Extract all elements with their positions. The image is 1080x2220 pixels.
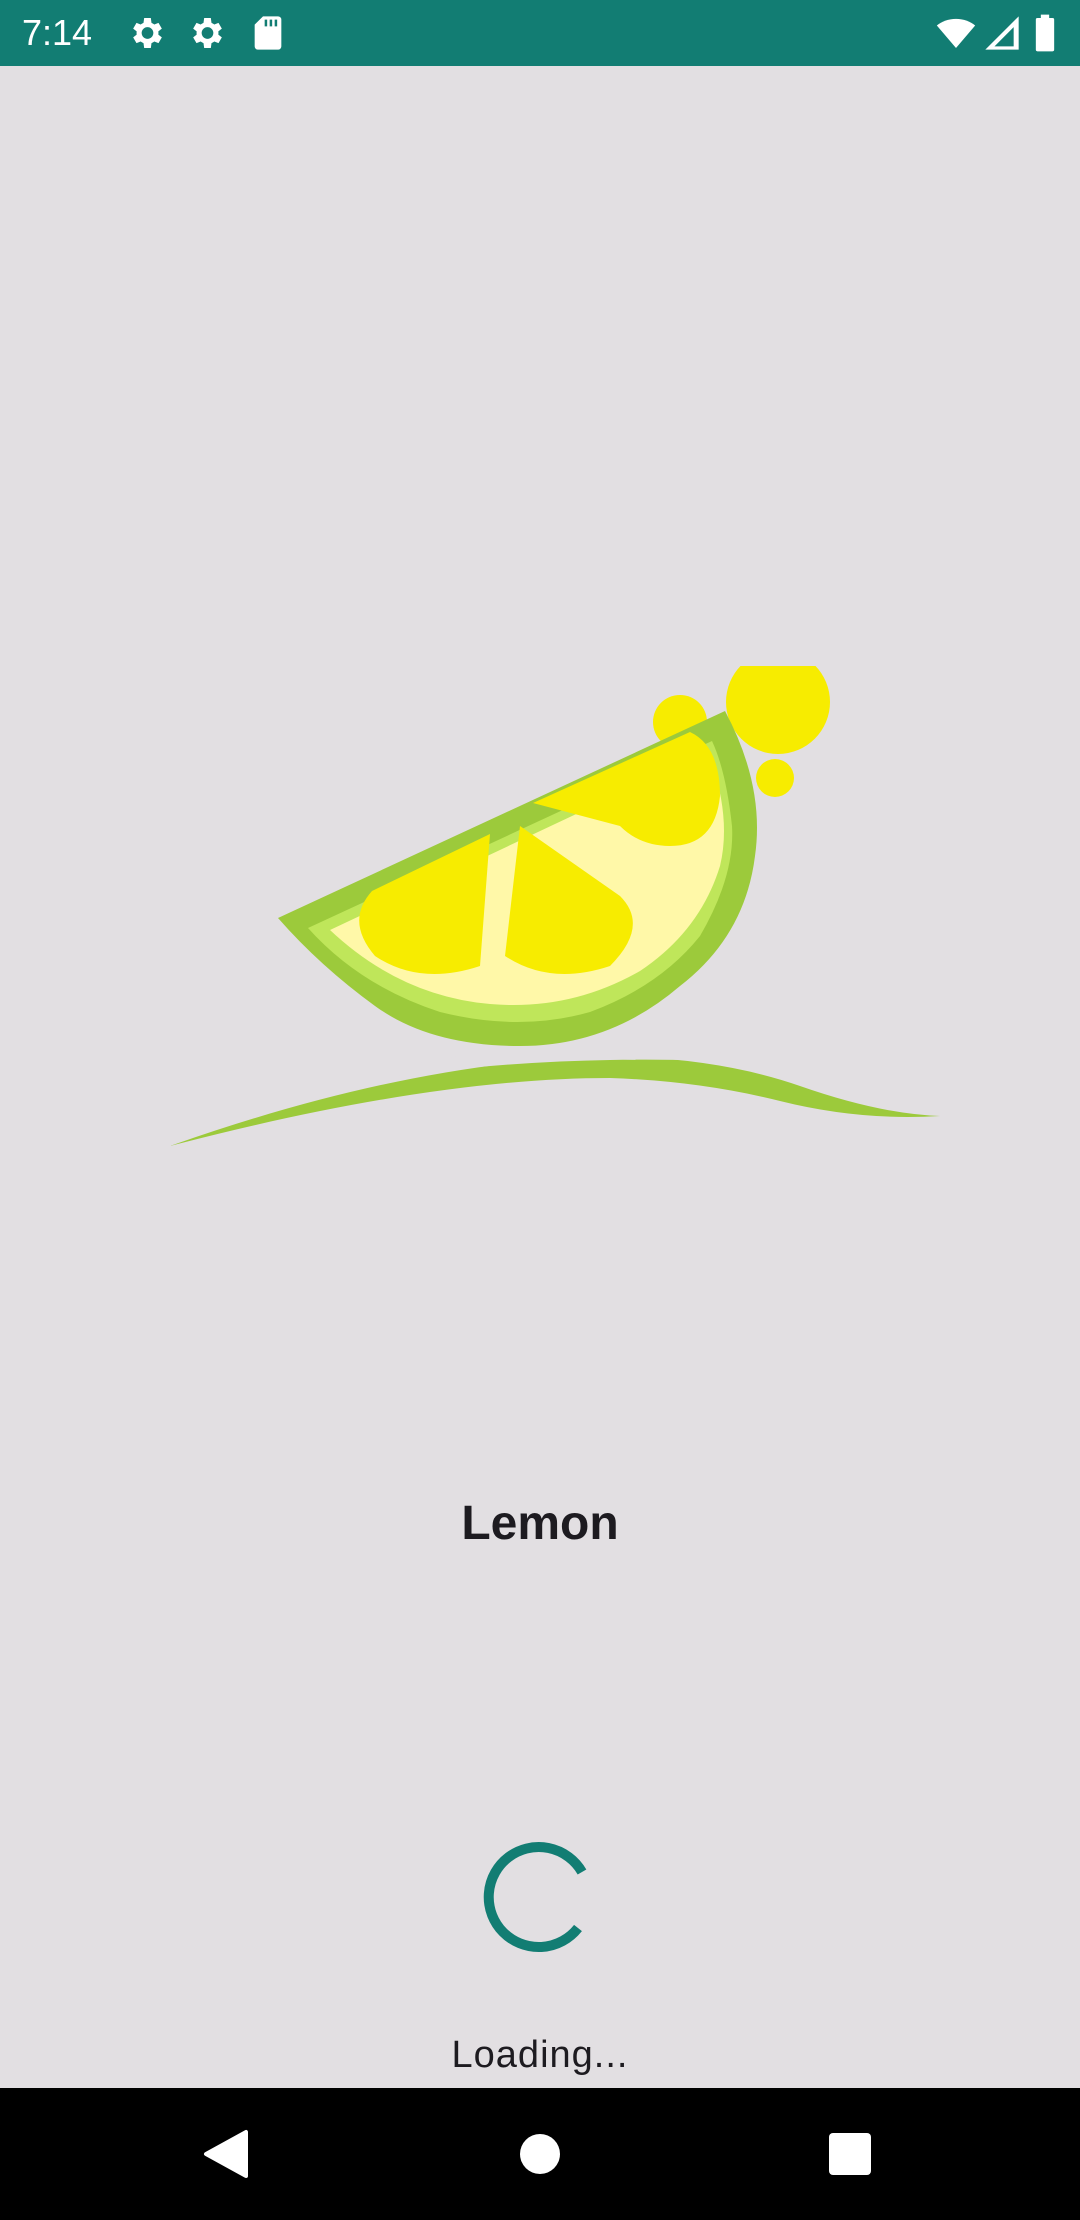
recents-button[interactable]	[814, 2118, 886, 2190]
loading-spinner	[483, 1842, 587, 1953]
sd-card-icon	[254, 16, 282, 50]
navigation-bar	[0, 2088, 1080, 2220]
splash-screen: Lemon Loading...	[0, 66, 1080, 2088]
status-time: 7:14	[22, 12, 93, 53]
settings-icon	[133, 18, 162, 48]
battery-icon	[1035, 14, 1055, 52]
back-button[interactable]	[190, 2118, 262, 2190]
loading-text: Loading...	[451, 2034, 629, 2076]
settings-icon	[193, 18, 222, 48]
lemon-slice-logo	[170, 666, 940, 1146]
wifi-icon	[936, 18, 976, 48]
app-name: Lemon	[461, 1497, 619, 1550]
status-bar: 7:14	[0, 0, 1080, 66]
home-button[interactable]	[504, 2118, 576, 2190]
cell-signal-icon	[985, 16, 1019, 50]
